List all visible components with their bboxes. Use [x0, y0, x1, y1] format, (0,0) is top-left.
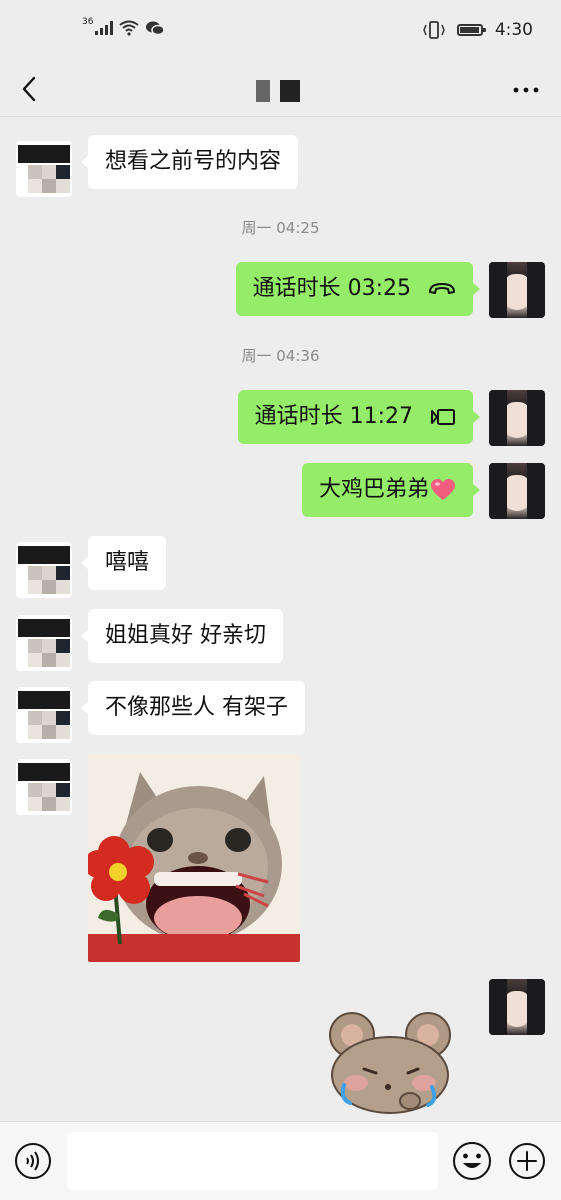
- status-bar: 36 4:30: [0, 0, 561, 64]
- message-bubble-peer[interactable]: 嘻嘻: [80, 536, 167, 590]
- redacted-name-block: [256, 80, 270, 102]
- peer-avatar[interactable]: [16, 141, 72, 197]
- self-avatar[interactable]: [489, 979, 545, 1035]
- message-bubble-peer[interactable]: 姐姐真好 好亲切: [81, 609, 283, 663]
- call-duration-text: 通话时长 03:25: [252, 276, 411, 301]
- wifi-icon: [119, 20, 140, 36]
- self-avatar[interactable]: [489, 262, 545, 318]
- chat-message-list[interactable]: 想看之前号的内容 周一 04:25 通话时长 03:25 周一 04:36 通话…: [0, 117, 561, 1122]
- clock-text: 4:30: [494, 20, 533, 40]
- message-input[interactable]: [67, 1132, 438, 1190]
- peer-avatar[interactable]: [16, 687, 72, 743]
- chat-nav-bar: [0, 64, 561, 117]
- message-bubble-self[interactable]: 大鸡巴弟弟: [301, 463, 481, 517]
- cat-with-flower-sticker[interactable]: [88, 754, 300, 962]
- phone-hangup-icon: [429, 283, 455, 294]
- self-avatar[interactable]: [489, 463, 545, 519]
- more-dots-icon[interactable]: [511, 78, 541, 102]
- voice-icon[interactable]: [14, 1142, 52, 1180]
- call-record-bubble[interactable]: 通话时长 11:27: [237, 390, 481, 444]
- status-right: 4:30: [423, 20, 533, 40]
- wechat-icon: [146, 21, 166, 36]
- peer-avatar[interactable]: [16, 759, 72, 815]
- call-record-bubble[interactable]: 通话时长 03:25: [235, 262, 481, 316]
- video-call-icon: [431, 409, 455, 425]
- input-bar: [0, 1121, 561, 1200]
- self-avatar[interactable]: [489, 390, 545, 446]
- back-arrow-icon[interactable]: [16, 72, 46, 106]
- status-left: 36: [82, 17, 166, 36]
- peer-avatar[interactable]: [16, 542, 72, 598]
- chat-title: [256, 80, 300, 102]
- heart-emoji-icon: [431, 479, 455, 500]
- emoji-icon[interactable]: [451, 1140, 493, 1182]
- call-duration-text: 通话时长 11:27: [254, 404, 413, 429]
- peer-avatar[interactable]: [16, 615, 72, 671]
- vibrate-icon: [423, 21, 445, 39]
- crying-bear-sticker[interactable]: [326, 1009, 454, 1115]
- plus-icon[interactable]: [508, 1142, 546, 1180]
- battery-icon: [456, 24, 486, 36]
- network-type-label: 36: [82, 17, 94, 27]
- redacted-name-block: [280, 80, 300, 102]
- signal-icon: [95, 21, 114, 35]
- message-bubble-peer[interactable]: 想看之前号的内容: [80, 135, 299, 189]
- message-text: 大鸡巴弟弟: [318, 477, 429, 502]
- message-bubble-peer[interactable]: 不像那些人 有架子: [81, 681, 305, 735]
- timestamp: 周一 04:36: [241, 347, 320, 365]
- timestamp: 周一 04:25: [241, 219, 320, 237]
